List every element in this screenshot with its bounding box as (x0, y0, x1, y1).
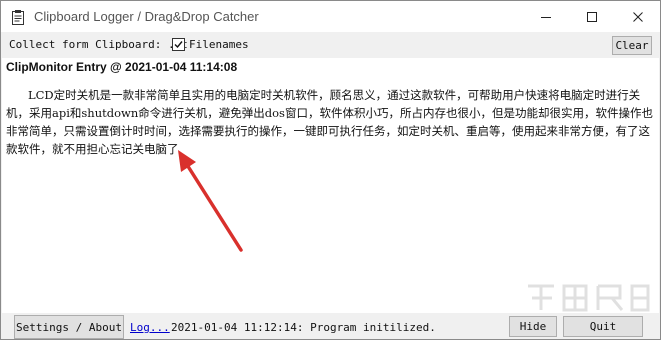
settings-about-button[interactable]: Settings / About (14, 315, 124, 339)
filenames-checkbox[interactable] (172, 38, 185, 51)
quit-button[interactable]: Quit (563, 316, 643, 337)
clip-content-area[interactable]: ClipMonitor Entry @ 2021-01-04 11:14:08 … (2, 58, 659, 313)
hide-button[interactable]: Hide (509, 316, 557, 337)
close-button[interactable] (615, 1, 661, 32)
entry-header: ClipMonitor Entry @ 2021-01-04 11:14:08 (6, 60, 238, 74)
clipboard-icon (12, 9, 24, 25)
app-window: Clipboard Logger / Drag&Drop Catcher Col… (0, 0, 661, 340)
filenames-label[interactable]: Filenames (189, 38, 249, 51)
close-icon (633, 11, 643, 22)
clear-button[interactable]: Clear (612, 36, 652, 55)
watermark-logo (528, 284, 650, 312)
window-title: Clipboard Logger / Drag&Drop Catcher (34, 9, 259, 24)
title-bar[interactable]: Clipboard Logger / Drag&Drop Catcher (1, 1, 660, 32)
toolbar: Collect form Clipboard: .xt Filenames (1, 32, 660, 58)
entry-body: LCD定时关机是一款非常简单且实用的电脑定时关机软件，顾名思义，通过这款软件，可… (6, 88, 653, 156)
red-arrow-annotation (178, 150, 243, 252)
minimize-button[interactable] (523, 1, 569, 32)
status-text: 2021-01-04 11:12:14: Program initilized. (171, 321, 436, 334)
log-link[interactable]: Log... (130, 321, 170, 334)
minimize-icon (541, 16, 551, 18)
maximize-button[interactable] (569, 1, 615, 32)
checkmark-icon (174, 41, 183, 49)
collect-label: Collect form Clipboard: .xt (9, 38, 188, 51)
maximize-icon (587, 11, 597, 22)
